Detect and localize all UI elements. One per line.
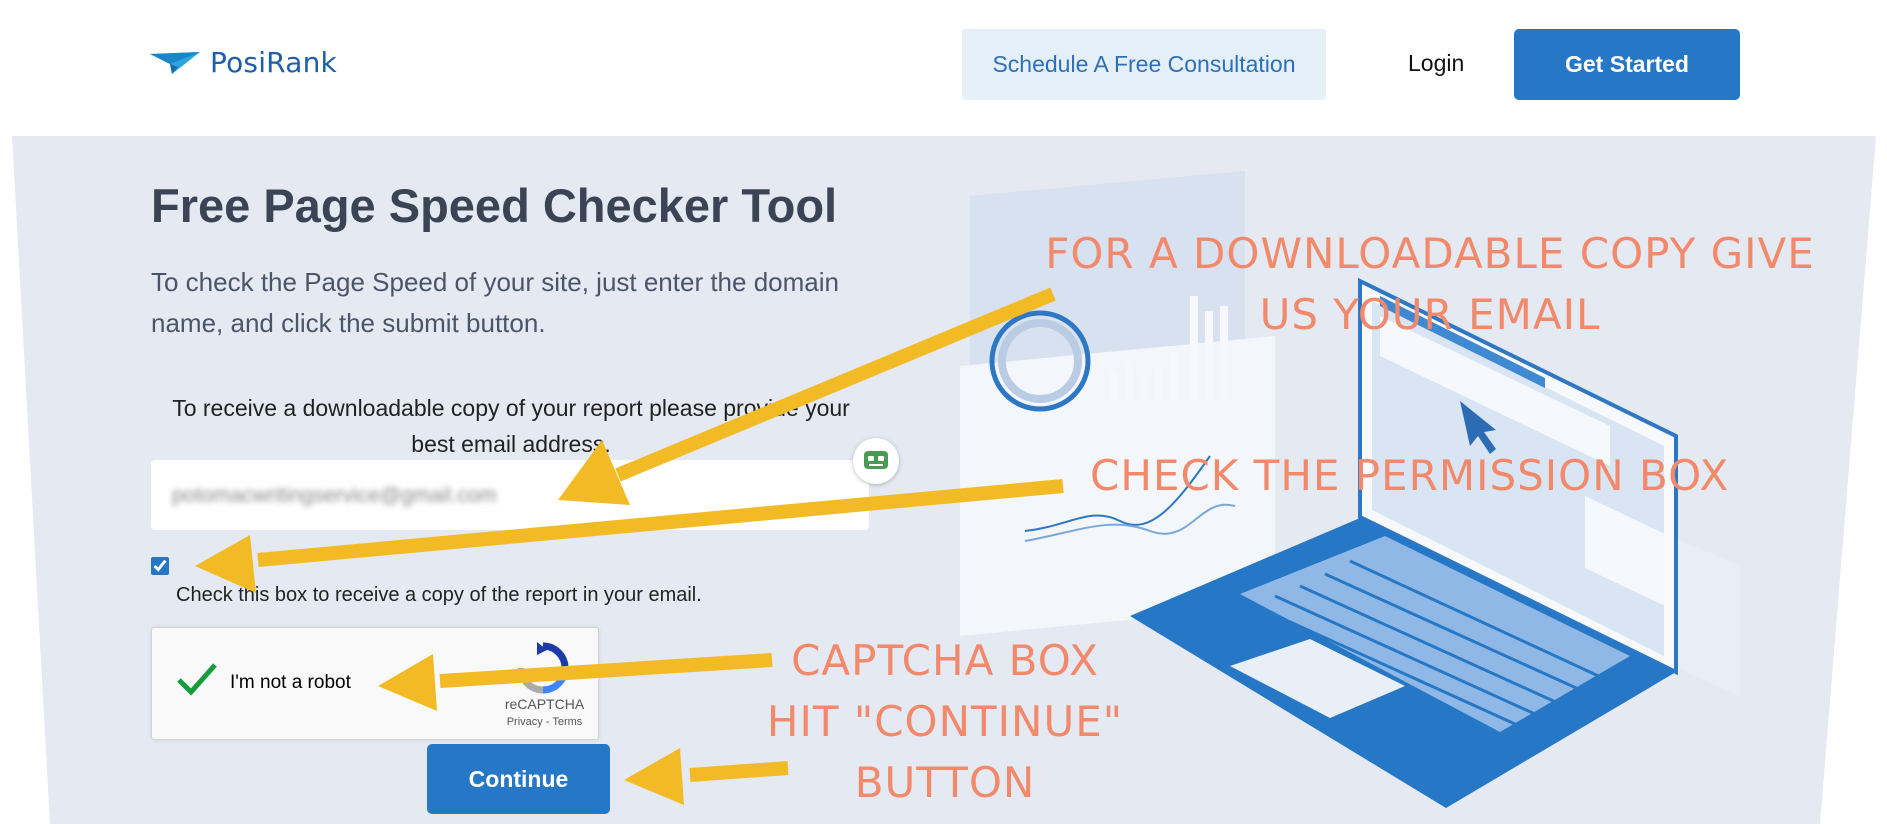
annotation-permission: CHECK THE PERMISSION BOX bbox=[1090, 451, 1730, 500]
intro-text: To check the Page Speed of your site, ju… bbox=[151, 267, 839, 338]
recaptcha-privacy-terms[interactable]: Privacy - Terms bbox=[497, 716, 592, 728]
robot-icon bbox=[864, 451, 888, 469]
top-navigation: PosiRank Schedule A Free Consultation Lo… bbox=[0, 0, 1887, 136]
page-title: Free Page Speed Checker Tool bbox=[151, 179, 838, 232]
email-permission-label: Check this box to receive a copy of the … bbox=[176, 584, 702, 606]
schedule-consultation-button[interactable]: Schedule A Free Consultation bbox=[962, 29, 1326, 100]
email-field-value: potomacwritingservice@gmail.com bbox=[172, 484, 497, 507]
email-permission-checkbox[interactable] bbox=[151, 557, 169, 575]
recaptcha-brand: reCAPTCHA bbox=[504, 696, 585, 712]
brand-name: PosiRank bbox=[210, 46, 337, 79]
paper-plane-icon bbox=[150, 51, 200, 74]
recaptcha-widget[interactable]: I'm not a robot reCAPTCHA Privacy - Term… bbox=[151, 627, 599, 740]
continue-button[interactable]: Continue bbox=[427, 744, 610, 814]
recaptcha-logo-icon bbox=[517, 642, 569, 694]
email-instruction: To receive a downloadable copy of your r… bbox=[172, 395, 850, 457]
checkmark-icon bbox=[177, 663, 217, 696]
password-manager-badge[interactable] bbox=[853, 438, 899, 484]
annotation-captcha: CAPTCHA BOX HIT "CONTINUE" BUTTON bbox=[766, 636, 1124, 807]
annotation-email: FOR A DOWNLOADABLE COPY GIVE US YOUR EMA… bbox=[1045, 229, 1815, 339]
get-started-button[interactable]: Get Started bbox=[1514, 29, 1740, 100]
login-link[interactable]: Login bbox=[1408, 50, 1464, 77]
recaptcha-label: I'm not a robot bbox=[230, 672, 351, 693]
brand-logo[interactable]: PosiRank bbox=[150, 46, 337, 79]
